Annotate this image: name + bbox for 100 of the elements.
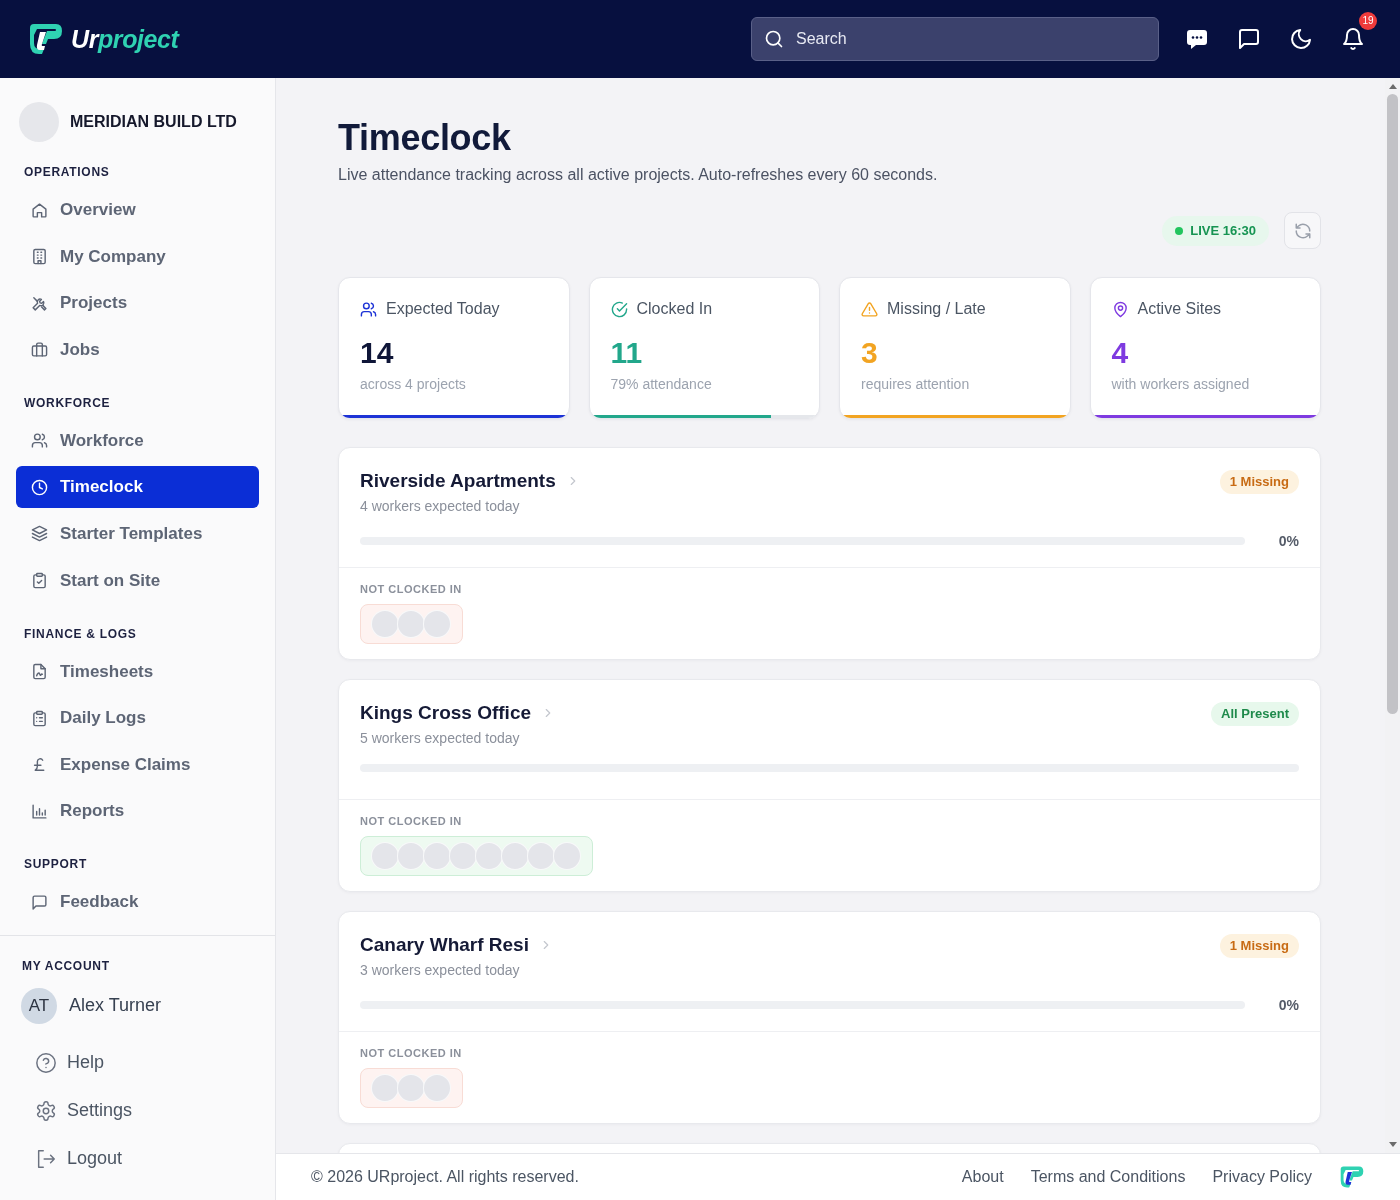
section-heading: OPERATIONS [23,164,111,180]
status-dot-icon [1175,226,1184,235]
stat-note: 79% attendance [610,375,713,393]
stat-value: 4 [1111,335,1130,371]
stat-label: Expected Today [386,300,500,318]
logo-text: Urproject [71,24,179,54]
refresh-button[interactable] [1284,212,1321,249]
search-field[interactable]: Search [751,17,1159,61]
page-title: Timeclock [338,116,512,160]
stat-label: Active Sites [1137,300,1222,318]
user-name: Alex Turner [69,995,162,1017]
home-icon [31,201,48,219]
layers-icon [31,525,48,543]
site-name[interactable]: Canary Wharf Resi [360,933,529,957]
stat-value: 14 [360,335,395,371]
company-name: MERIDIAN BUILD LTD [70,113,237,131]
search-icon [764,29,784,49]
warning-icon [861,300,878,318]
nav-item[interactable]: Timesheets [16,650,259,693]
chat-bubble-icon [1185,27,1209,51]
section-label: NOT CLOCKED IN [360,814,463,828]
account-menu-item[interactable]: Settings [0,1090,133,1131]
messages-button[interactable] [1237,27,1261,51]
stat-note: with workers assigned [1111,375,1251,393]
users-icon [31,432,48,450]
copyright-text: © 2026 URproject. All rights reserved. [311,1168,579,1186]
section-label: NOT CLOCKED IN [360,582,463,596]
help-icon [35,1051,57,1074]
section-heading: WORKFORCE [23,394,112,411]
logout-icon [35,1147,57,1170]
nav-item[interactable]: Starter Templates [16,512,259,555]
section-heading: SUPPORT [23,856,88,873]
avatar-placeholder [397,610,425,638]
footer-link[interactable]: Terms and Conditions [1030,1168,1186,1186]
nav-item[interactable]: Timeclock [16,466,259,509]
stat-value: 11 [610,335,644,371]
chat-button[interactable] [1185,27,1209,51]
clipboard-check-icon [31,572,48,590]
scroll-down-icon[interactable] [1388,1142,1397,1147]
status-badge: 1 Missing [1219,470,1299,494]
building-icon [31,248,48,266]
avatar-placeholder [423,1074,451,1102]
avatar-placeholder [371,1074,399,1102]
stat-label: Missing / Late [887,300,986,318]
users-icon [360,300,377,318]
notifications-button[interactable] [1341,27,1365,51]
logo-icon [28,22,64,56]
expected-workers-text: 3 workers expected today [360,961,521,979]
footer-link[interactable]: Privacy Policy [1212,1168,1312,1186]
message-icon [31,893,48,911]
nav-item[interactable]: Workforce [16,419,259,462]
progress-percent: 0% [1278,532,1299,550]
section-label: NOT CLOCKED IN [360,1046,463,1060]
nav-item[interactable]: Start on Site [16,559,259,602]
nav-item[interactable]: Feedback [16,881,259,924]
nav-item[interactable]: Expense Claims [16,743,259,786]
bar-chart-icon [31,802,48,820]
account-menu-item[interactable]: Help [0,1042,105,1083]
check-circle-icon [610,300,628,318]
stat-value: 3 [861,335,879,371]
live-time: LIVE 16:30 [1190,223,1256,238]
message-icon [1237,27,1261,51]
footer-link[interactable]: About [961,1168,1004,1186]
scrollbar-thumb[interactable] [1387,94,1398,714]
page-subtitle: Live attendance tracking across all active projects. Auto-refreshes every 60 seconds. [338,165,939,185]
stat-note: across 4 projects [360,375,467,393]
nav-item[interactable]: Reports [16,790,259,833]
tools-icon [31,294,48,312]
file-signature-icon [31,663,48,681]
section-heading: MY ACCOUNT [21,957,111,974]
expected-workers-text: 4 workers expected today [360,497,521,515]
account-menu-item[interactable]: Logout [0,1138,123,1179]
nav-item[interactable]: My Company [16,235,259,278]
clock-icon [31,478,48,496]
refresh-icon [1293,221,1312,240]
site-name[interactable]: Kings Cross Office [360,701,532,725]
nav-item[interactable]: Overview [16,189,259,231]
progress-percent: 0% [1278,996,1299,1014]
theme-toggle-button[interactable] [1289,27,1313,51]
moon-icon [1289,27,1313,51]
stat-label: Clocked In [636,300,713,318]
avatar-placeholder [371,610,399,638]
section-heading: FINANCE & LOGS [23,625,138,642]
user-avatar: AT [21,987,57,1024]
settings-icon [35,1099,57,1122]
notification-badge: 19 [1359,12,1377,30]
bell-icon [1341,27,1365,51]
clipboard-list-icon [31,709,48,727]
logo-icon [1339,1165,1365,1189]
site-name[interactable]: Riverside Apartments [360,469,556,493]
scroll-up-icon[interactable] [1388,84,1397,89]
nav-item[interactable]: Projects [16,282,259,325]
nav-item[interactable]: Daily Logs [16,697,259,740]
expected-workers-text: 5 workers expected today [360,729,521,747]
status-badge: 1 Missing [1219,934,1299,958]
status-badge: All Present [1211,702,1299,726]
avatar-placeholder [423,610,451,638]
avatar-placeholder [397,1074,425,1102]
briefcase-icon [31,341,48,359]
nav-item[interactable]: Jobs [16,328,259,371]
